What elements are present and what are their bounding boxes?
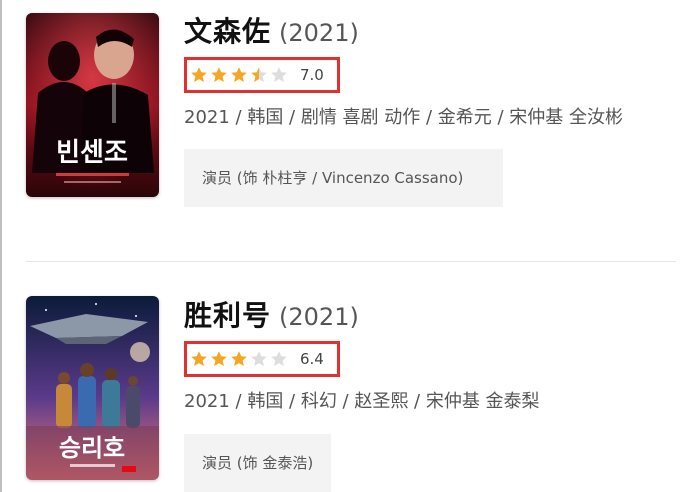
rating-highlight: 7.0 [184, 57, 340, 93]
star-full-icon [211, 351, 227, 366]
star-full-icon [231, 351, 247, 366]
movie-meta: 2021 / 韩国 / 剧情 喜剧 动作 / 金希元 / 宋仲基 全汝彬 [184, 107, 624, 128]
star-full-icon [191, 67, 207, 82]
poster-image: 빈센조 [26, 13, 159, 197]
movie-year: (2021) [279, 19, 359, 47]
movie-info: 文森佐 (2021) 7.0 2021 / 韩国 / 剧情 喜剧 动作 / 金希元… [184, 12, 682, 207]
title-line: 胜利号 (2021) [184, 296, 682, 336]
movie-poster[interactable]: 빈센조 [26, 13, 159, 197]
movie-year: (2021) [279, 303, 359, 331]
cast-tag[interactable]: 演员 (饰 金泰浩) [184, 434, 332, 492]
movie-poster[interactable]: 승리호 [26, 296, 159, 480]
star-full-icon [191, 351, 207, 366]
rating-score: 7.0 [300, 66, 324, 84]
cast-tag[interactable]: 演员 (饰 朴柱亨 / Vincenzo Cassano) [184, 149, 503, 207]
movie-card[interactable]: 승리호 胜利号 (2021) 6.4 2021 / 韩国 / 科幻 / 赵圣熙 /… [2, 262, 700, 492]
star-rating [190, 66, 290, 84]
movie-info: 胜利号 (2021) 6.4 2021 / 韩国 / 科幻 / 赵圣熙 / 宋仲基… [184, 296, 682, 492]
star-half-icon [251, 67, 267, 82]
poster-title-text: 빈센조 [56, 138, 128, 168]
poster-title-text: 승리호 [59, 434, 125, 462]
star-full-icon [211, 67, 227, 82]
title-line: 文森佐 (2021) [184, 12, 682, 52]
movie-meta: 2021 / 韩国 / 科幻 / 赵圣熙 / 宋仲基 金泰梨 [184, 391, 540, 412]
movie-title[interactable]: 文森佐 [184, 15, 271, 48]
star-empty-icon [251, 351, 267, 366]
movie-title[interactable]: 胜利号 [184, 299, 271, 332]
poster-image: 승리호 [26, 296, 159, 480]
star-rating [190, 350, 290, 368]
star-full-icon [231, 67, 247, 82]
movie-list: 빈센조 文森佐 (2021) 7.0 2021 / 韩国 / 剧情 喜剧 动作 /… [0, 0, 700, 492]
movie-card[interactable]: 빈센조 文森佐 (2021) 7.0 2021 / 韩国 / 剧情 喜剧 动作 /… [2, 0, 700, 262]
rating-highlight: 6.4 [184, 341, 340, 377]
star-empty-icon [271, 67, 287, 82]
rating-score: 6.4 [300, 350, 324, 368]
star-empty-icon [271, 351, 287, 366]
